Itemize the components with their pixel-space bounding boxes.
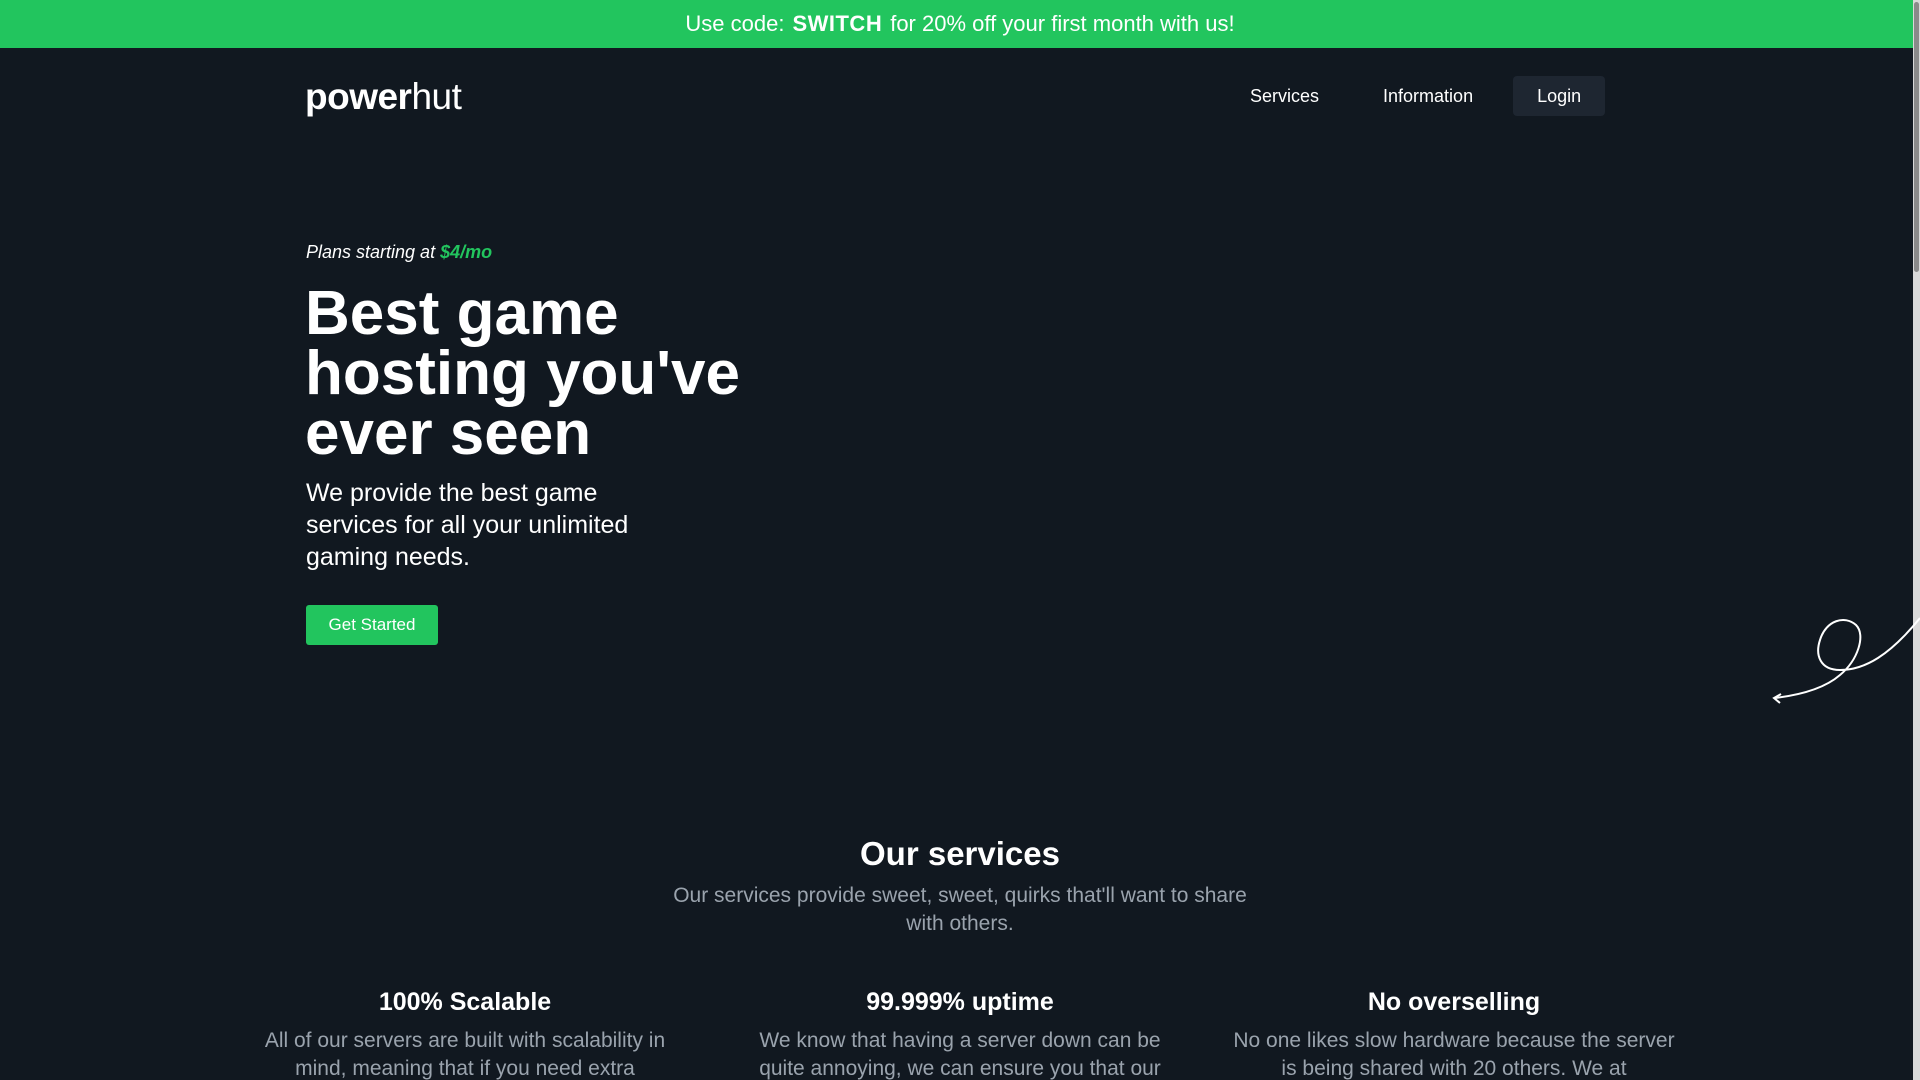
promo-prefix: Use code: <box>685 11 785 36</box>
services-heading: Our services <box>860 835 1060 872</box>
main-nav: Services Information Login <box>1226 76 1606 117</box>
feature-text: All of our servers are built with scalab… <box>264 1029 666 1080</box>
page-scrollbar[interactable] <box>1913 0 1920 1080</box>
logo-bold: power <box>305 76 412 117</box>
promo-suffix: for 20% off your first month with us! <box>890 11 1235 36</box>
feature-title: No overselling <box>1367 988 1541 1016</box>
feature-no-overselling: No overselling No one likes slow hardwar… <box>1229 988 1679 1080</box>
tagline-price: $4/mo <box>440 242 493 262</box>
brand-logo[interactable]: powerhut <box>305 76 462 118</box>
promo-banner: Use code: SWITCH for 20% off your first … <box>0 0 1920 48</box>
tagline-prefix: Plans starting at <box>306 242 436 262</box>
nav-services-link[interactable]: Services <box>1226 76 1343 117</box>
hero-subtitle: We provide the best game services for al… <box>306 479 629 571</box>
scrollbar-thumb[interactable] <box>1914 2 1919 272</box>
hero-title: Best game hosting you've ever seen <box>305 279 740 468</box>
feature-title: 100% Scalable <box>378 988 552 1016</box>
feature-text: We know that having a server down can be… <box>759 1029 1161 1080</box>
pricing-tagline: Plans starting at $4/mo <box>306 242 492 263</box>
feature-text: No one likes slow hardware because the s… <box>1233 1029 1675 1080</box>
nav-information-link[interactable]: Information <box>1359 76 1497 117</box>
decorative-loop-arrow-icon <box>1772 617 1920 704</box>
feature-title: 99.999% uptime <box>866 988 1054 1016</box>
get-started-button[interactable]: Get Started <box>306 605 438 645</box>
login-button[interactable]: Login <box>1513 76 1606 116</box>
services-subheading: Our services provide sweet, sweet, quirk… <box>673 884 1247 935</box>
feature-scalable: 100% Scalable All of our servers are bui… <box>240 988 690 1080</box>
promo-code: SWITCH <box>792 11 883 36</box>
feature-uptime: 99.999% uptime We know that having a ser… <box>735 988 1185 1080</box>
logo-light: hut <box>411 76 462 117</box>
